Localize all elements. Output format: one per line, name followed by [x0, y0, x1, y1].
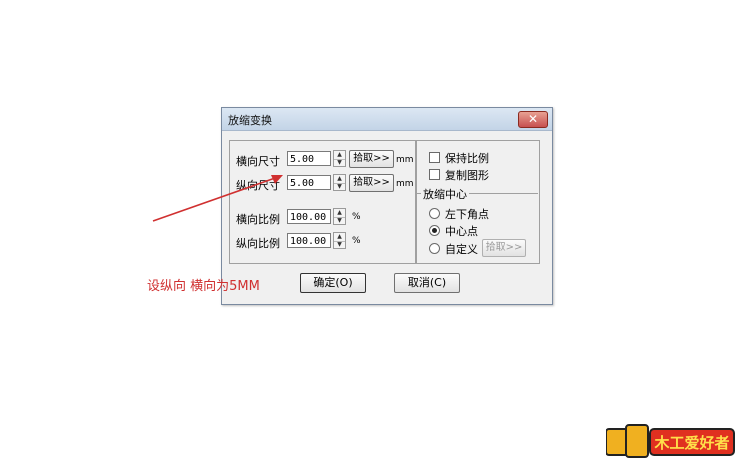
vertical-size-label: 纵向尺寸	[236, 179, 280, 192]
keep-ratio-label: 保持比例	[445, 152, 489, 165]
horizontal-size-unit: mm	[396, 155, 414, 165]
site-logo: 木工爱好者	[605, 423, 736, 459]
radio-custom-label: 自定义	[445, 243, 478, 256]
horizontal-pick-button[interactable]: 拾取>>	[349, 150, 394, 168]
logo-graphic: 木工爱好者	[605, 424, 735, 458]
spin-down-icon[interactable]: ▼	[334, 241, 345, 249]
radio-custom[interactable]	[429, 243, 440, 254]
vertical-ratio-label: 纵向比例	[236, 237, 280, 250]
spin-down-icon[interactable]: ▼	[334, 159, 345, 167]
horizontal-ratio-unit: %	[352, 212, 361, 222]
close-icon: ✕	[527, 112, 539, 126]
radio-selected-icon	[432, 228, 437, 233]
annotation-text: 设纵向 横向为5MM	[147, 279, 260, 294]
horizontal-size-spinner[interactable]: ▲ ▼	[333, 150, 346, 167]
vertical-size-unit: mm	[396, 179, 414, 189]
radio-bottom-left[interactable]	[429, 208, 440, 219]
scale-transform-dialog: 放缩变换 ✕ 横向尺寸 5.00 ▲ ▼ 拾取>> mm 纵向尺寸 5.00 ▲…	[221, 107, 553, 305]
dialog-title: 放缩变换	[228, 114, 272, 127]
vertical-ratio-input[interactable]: 100.00	[287, 233, 331, 248]
scale-center-legend: 放缩中心	[421, 186, 469, 202]
horizontal-ratio-spinner[interactable]: ▲ ▼	[333, 208, 346, 225]
logo-text: 木工爱好者	[653, 434, 729, 452]
radio-bottom-left-label: 左下角点	[445, 208, 489, 221]
horizontal-size-label: 横向尺寸	[236, 155, 280, 168]
radio-center-point[interactable]	[429, 225, 440, 236]
vertical-size-spinner[interactable]: ▲ ▼	[333, 174, 346, 191]
copy-shape-label: 复制图形	[445, 169, 489, 182]
close-button[interactable]: ✕	[518, 111, 548, 128]
spin-down-icon[interactable]: ▼	[334, 183, 345, 191]
vertical-ratio-spinner[interactable]: ▲ ▼	[333, 232, 346, 249]
vertical-ratio-unit: %	[352, 236, 361, 246]
radio-center-point-label: 中心点	[445, 225, 478, 238]
copy-shape-checkbox[interactable]	[429, 169, 440, 180]
cancel-button[interactable]: 取消(C)	[394, 273, 460, 293]
spin-down-icon[interactable]: ▼	[334, 217, 345, 225]
custom-pick-button[interactable]: 拾取>>	[482, 239, 526, 257]
horizontal-size-input[interactable]: 5.00	[287, 151, 331, 166]
keep-ratio-checkbox[interactable]	[429, 152, 440, 163]
vertical-size-input[interactable]: 5.00	[287, 175, 331, 190]
dialog-titlebar[interactable]: 放缩变换 ✕	[222, 108, 552, 131]
horizontal-ratio-label: 横向比例	[236, 213, 280, 226]
vertical-pick-button[interactable]: 拾取>>	[349, 174, 394, 192]
horizontal-ratio-input[interactable]: 100.00	[287, 209, 331, 224]
ok-button[interactable]: 确定(O)	[300, 273, 366, 293]
